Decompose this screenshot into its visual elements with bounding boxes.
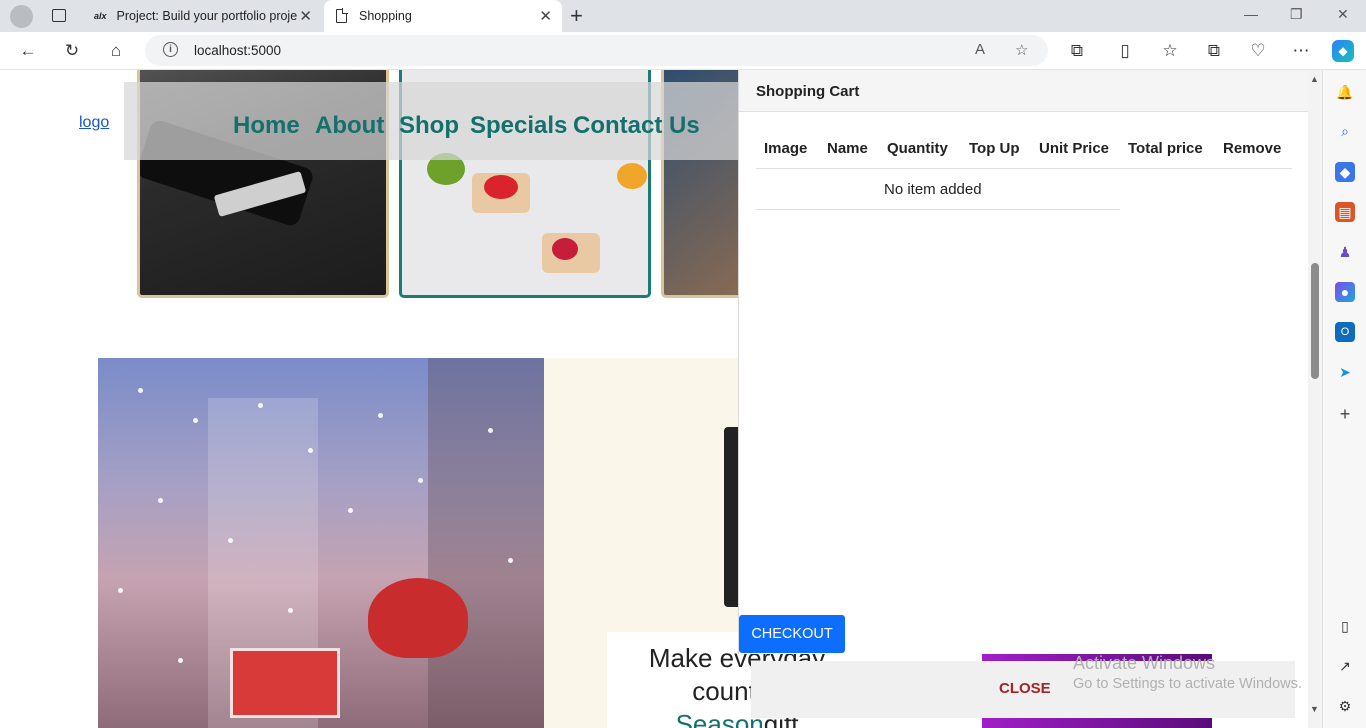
snow-flake [288, 608, 293, 613]
edge-sidebar: 🔔 ⌕ ◆ ▤ ♟ ● O ➤ + ▯ ↗ ⚙ [1322, 70, 1366, 728]
nav-contact-link[interactable]: Contact Us [573, 112, 700, 140]
activate-windows-subtitle: Go to Settings to activate Windows. [1073, 676, 1302, 692]
refresh-icon[interactable]: ↻ [61, 40, 83, 62]
col-name: Name [827, 140, 868, 157]
nav-home-link[interactable]: Home [233, 112, 300, 140]
page-scrollbar[interactable]: ▲ ▼ [1308, 70, 1322, 728]
hero-image [98, 358, 544, 728]
snow-flake [118, 588, 123, 593]
col-total-price: Total price [1128, 140, 1203, 157]
red-hat-image [368, 578, 468, 658]
logo[interactable]: logo [79, 114, 109, 132]
notifications-icon[interactable]: 🔔 [1335, 82, 1355, 102]
snow-flake [348, 508, 353, 513]
back-icon[interactable]: ← [17, 40, 39, 62]
col-top-up: Top Up [969, 140, 1020, 157]
more-menu-icon[interactable]: ⋯ [1290, 40, 1312, 62]
col-image: Image [764, 140, 808, 157]
col-quantity: Quantity [887, 140, 948, 157]
snow-flake [228, 538, 233, 543]
favorite-star-icon[interactable]: ☆ [1015, 41, 1028, 59]
close-tab-icon[interactable]: ✕ [299, 7, 312, 25]
browser-toolbar: ← ↻ ⌂ i localhost:5000 A ☆ ⧉ ▯ ☆ ⧉ ♡ ⋯ ◆ [0, 32, 1366, 70]
site-info-icon[interactable]: i [163, 42, 178, 57]
send-icon[interactable]: ➤ [1335, 362, 1355, 382]
collections-icon[interactable]: ⧉ [1203, 40, 1225, 62]
checkout-button[interactable]: CHECKOUT [739, 615, 845, 653]
snow-flake [378, 413, 383, 418]
strawberry-image [484, 175, 518, 199]
shopping-cart-panel: Shopping Cart Image Name Quantity Top Up… [738, 70, 1309, 654]
snow-flake [418, 478, 423, 483]
tools-icon[interactable]: ▤ [1335, 202, 1355, 222]
close-cart-button[interactable]: CLOSE [999, 680, 1051, 697]
tab-actions-icon[interactable] [52, 9, 66, 22]
snow-flake [488, 428, 493, 433]
extensions-icon[interactable]: ⧉ [1066, 40, 1088, 62]
divider [756, 209, 1120, 210]
split-screen-icon[interactable]: ▯ [1114, 40, 1136, 62]
search-icon[interactable]: ⌕ [1335, 121, 1355, 141]
gift-box-image [230, 648, 340, 718]
url-text: localhost:5000 [194, 43, 282, 58]
cart-header: Shopping Cart [739, 70, 1309, 112]
tab-title: Shopping [359, 9, 412, 23]
snow-flake [158, 498, 163, 503]
snow-flake [508, 558, 513, 563]
add-icon[interactable]: + [1335, 404, 1355, 424]
alx-favicon-icon: alx [94, 11, 107, 21]
berries-image [552, 238, 578, 260]
snow-flake [178, 658, 183, 663]
restore-button[interactable]: ❐ [1290, 6, 1303, 23]
home-icon[interactable]: ⌂ [105, 40, 127, 62]
snow-flake [308, 448, 313, 453]
outlook-icon[interactable]: O [1335, 322, 1355, 342]
copilot-icon[interactable]: ◆ [1332, 40, 1354, 62]
empty-cart-message: No item added [884, 181, 982, 198]
profile-icon[interactable] [10, 5, 33, 28]
microsoft-365-icon[interactable]: ● [1335, 282, 1355, 302]
col-unit-price: Unit Price [1039, 140, 1110, 157]
tab-title: Project: Build your portfolio proje [116, 9, 297, 23]
col-remove: Remove [1223, 140, 1282, 157]
snow-flake [258, 403, 263, 408]
settings-icon[interactable]: ⚙ [1335, 696, 1355, 716]
open-external-icon[interactable]: ↗ [1335, 656, 1355, 676]
scroll-thumb[interactable] [1311, 263, 1319, 379]
minimize-button[interactable]: — [1244, 6, 1258, 22]
navbar: Home About Shop Specials Contact Us [124, 82, 744, 160]
nav-about-link[interactable]: About [315, 112, 384, 140]
scroll-down-icon[interactable]: ▼ [1310, 704, 1319, 714]
tab-portfolio-project[interactable]: alx Project: Build your portfolio proje … [84, 0, 322, 32]
close-window-button[interactable]: ✕ [1337, 6, 1349, 23]
new-tab-button[interactable]: + [570, 3, 583, 29]
nav-shop-link[interactable]: Shop [399, 112, 459, 140]
tab-strip: alx Project: Build your portfolio proje … [0, 0, 1366, 32]
read-aloud-icon[interactable]: A [975, 41, 985, 58]
building-image [428, 358, 544, 728]
scroll-up-icon[interactable]: ▲ [1310, 74, 1319, 84]
snow-flake [138, 388, 143, 393]
games-icon[interactable]: ♟ [1335, 242, 1355, 262]
activate-windows-title: Activate Windows [1073, 653, 1216, 673]
address-bar[interactable]: i localhost:5000 A ☆ [145, 35, 1048, 66]
nav-specials-link[interactable]: Specials [470, 112, 567, 140]
close-tab-icon[interactable]: ✕ [539, 7, 552, 25]
tab-shopping[interactable]: Shopping ✕ [324, 0, 562, 32]
browser-essentials-icon[interactable]: ♡ [1247, 40, 1269, 62]
favorites-icon[interactable]: ☆ [1159, 40, 1181, 62]
cart-title: Shopping Cart [756, 83, 860, 100]
sidebar-toggle-icon[interactable]: ▯ [1335, 616, 1355, 636]
page-icon [336, 8, 348, 23]
divider [756, 168, 1292, 169]
snow-flake [193, 418, 198, 423]
shopping-tag-icon[interactable]: ◆ [1335, 162, 1355, 182]
egg-image [617, 163, 647, 189]
